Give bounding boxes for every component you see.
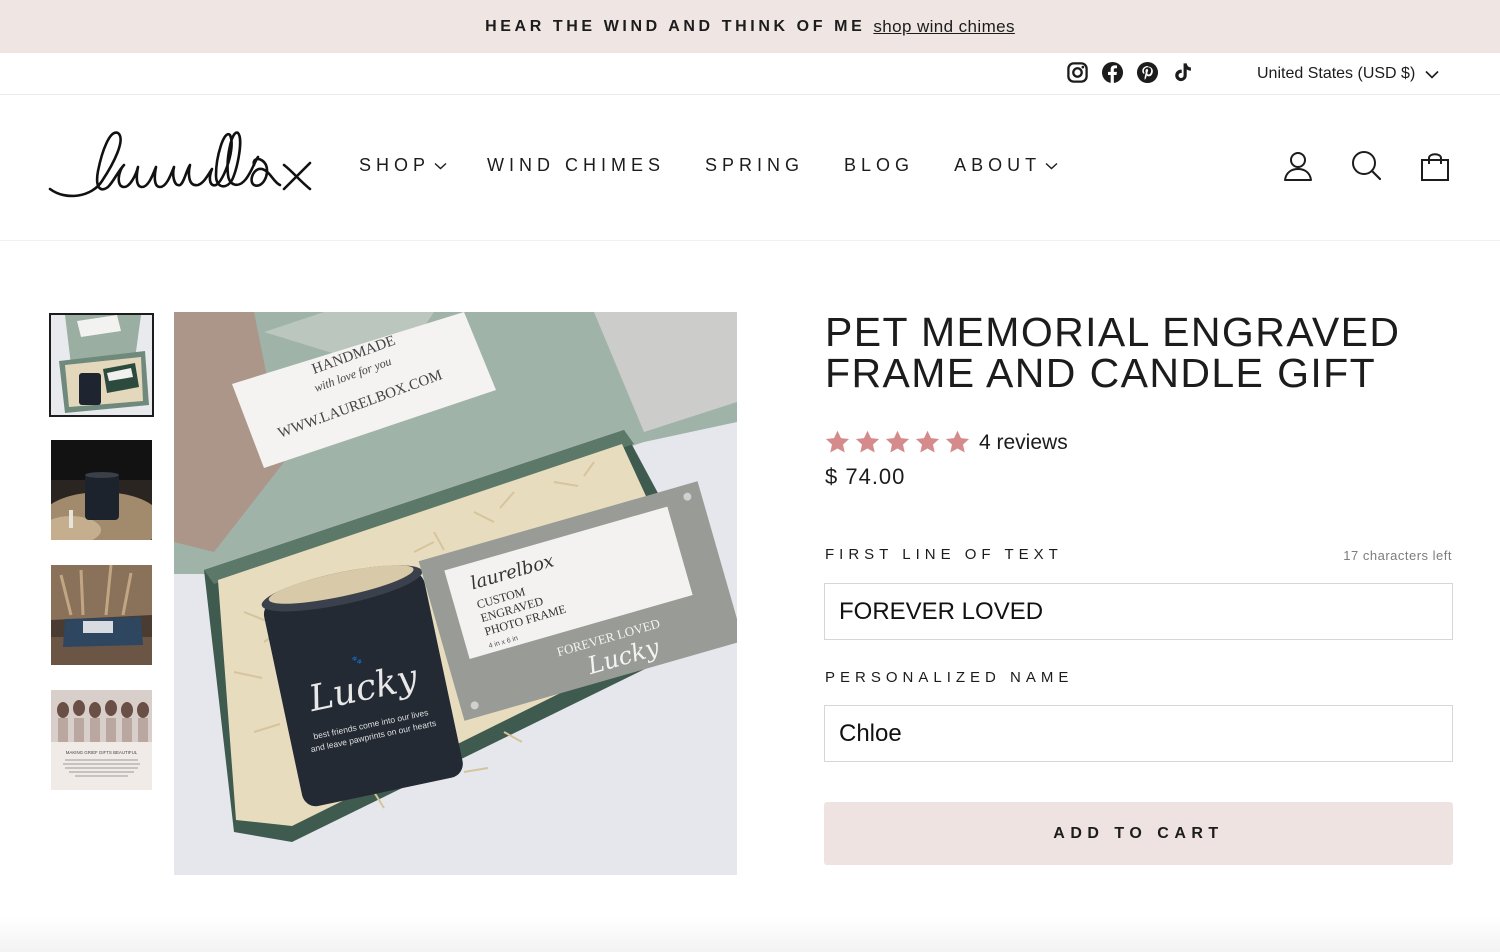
star-icon [825, 430, 850, 453]
product-title: PET MEMORIAL ENGRAVED FRAME AND CANDLE G… [825, 309, 1401, 396]
tiktok-icon[interactable] [1171, 61, 1194, 84]
product-photo: HANDMADE with love for you WWW.LAURELBOX… [174, 312, 737, 875]
star-icon [885, 430, 910, 453]
rating-summary[interactable]: 4 reviews [824, 429, 1068, 456]
account-icon[interactable] [1283, 150, 1313, 182]
gallery-thumbnail-1[interactable] [49, 313, 154, 417]
facebook-icon[interactable] [1101, 61, 1124, 84]
nav-shop[interactable]: SHOP [359, 155, 447, 176]
thumbnail-4-image: MAKING GRIEF GIFTS BEAUTIFUL [51, 690, 152, 790]
instagram-icon[interactable] [1066, 61, 1089, 84]
currency-label: United States (USD $) [1257, 65, 1416, 82]
cart-icon[interactable] [1420, 150, 1450, 182]
first-line-label: FIRST LINE OF TEXT [825, 546, 1063, 563]
utility-bar: United States (USD $) [0, 53, 1500, 95]
page-fold-shade [0, 916, 1500, 952]
main-product-image[interactable]: HANDMADE with love for you WWW.LAURELBOX… [174, 312, 737, 875]
chevron-down-icon [434, 162, 447, 169]
reviews-link[interactable]: 4 reviews [979, 431, 1068, 455]
star-icon [855, 430, 880, 453]
thumbnail-2-image [51, 440, 152, 540]
nav-about[interactable]: ABOUT [954, 155, 1058, 176]
laurelbox-logo[interactable]: laurelbox [48, 127, 314, 205]
gallery-thumbnail-4[interactable]: MAKING GRIEF GIFTS BEAUTIFUL [51, 690, 152, 790]
add-to-cart-button[interactable]: ADD TO CART [824, 802, 1453, 865]
shop-wind-chimes-link[interactable]: shop wind chimes [873, 17, 1015, 37]
nav-blog[interactable]: BLOG [844, 155, 914, 176]
chevron-down-icon [1045, 162, 1058, 169]
personalized-name-label: PERSONALIZED NAME [825, 669, 1074, 686]
personalized-name-input[interactable] [824, 705, 1453, 762]
characters-left: 17 characters left [1343, 548, 1452, 563]
site-header: laurelbox SHOP WIND CHIMES SPRING BLOG A… [0, 95, 1500, 241]
nav-shop-label: SHOP [359, 155, 431, 175]
nav-spring[interactable]: SPRING [705, 155, 804, 176]
thumbnail-1-image [51, 315, 152, 415]
nav-spring-label: SPRING [705, 155, 805, 175]
star-icon [915, 430, 940, 453]
first-line-input[interactable] [824, 583, 1453, 640]
product-price: $ 74.00 [825, 464, 906, 489]
thumbnail-3-image [51, 565, 152, 665]
gallery-thumbnail-3[interactable] [51, 565, 152, 665]
nav-about-label: ABOUT [954, 155, 1042, 175]
main-nav: SHOP WIND CHIMES SPRING BLOG ABOUT [359, 155, 1098, 176]
star-icon [945, 430, 970, 453]
nav-blog-label: BLOG [844, 155, 915, 175]
thumbnail-caption: MAKING GRIEF GIFTS BEAUTIFUL [66, 750, 138, 755]
currency-selector[interactable]: United States (USD $) [1257, 65, 1439, 83]
chevron-down-icon [1425, 70, 1439, 79]
announcement-bar: HEAR THE WIND AND THINK OF ME shop wind … [0, 0, 1500, 53]
announcement-text: HEAR THE WIND AND THINK OF ME [485, 17, 866, 35]
nav-wind-chimes[interactable]: WIND CHIMES [487, 155, 665, 176]
gallery-thumbnail-2[interactable] [51, 440, 152, 540]
search-icon[interactable] [1351, 150, 1381, 182]
pinterest-icon[interactable] [1136, 61, 1159, 84]
nav-wind-chimes-label: WIND CHIMES [487, 155, 666, 175]
social-links [1066, 61, 1194, 84]
